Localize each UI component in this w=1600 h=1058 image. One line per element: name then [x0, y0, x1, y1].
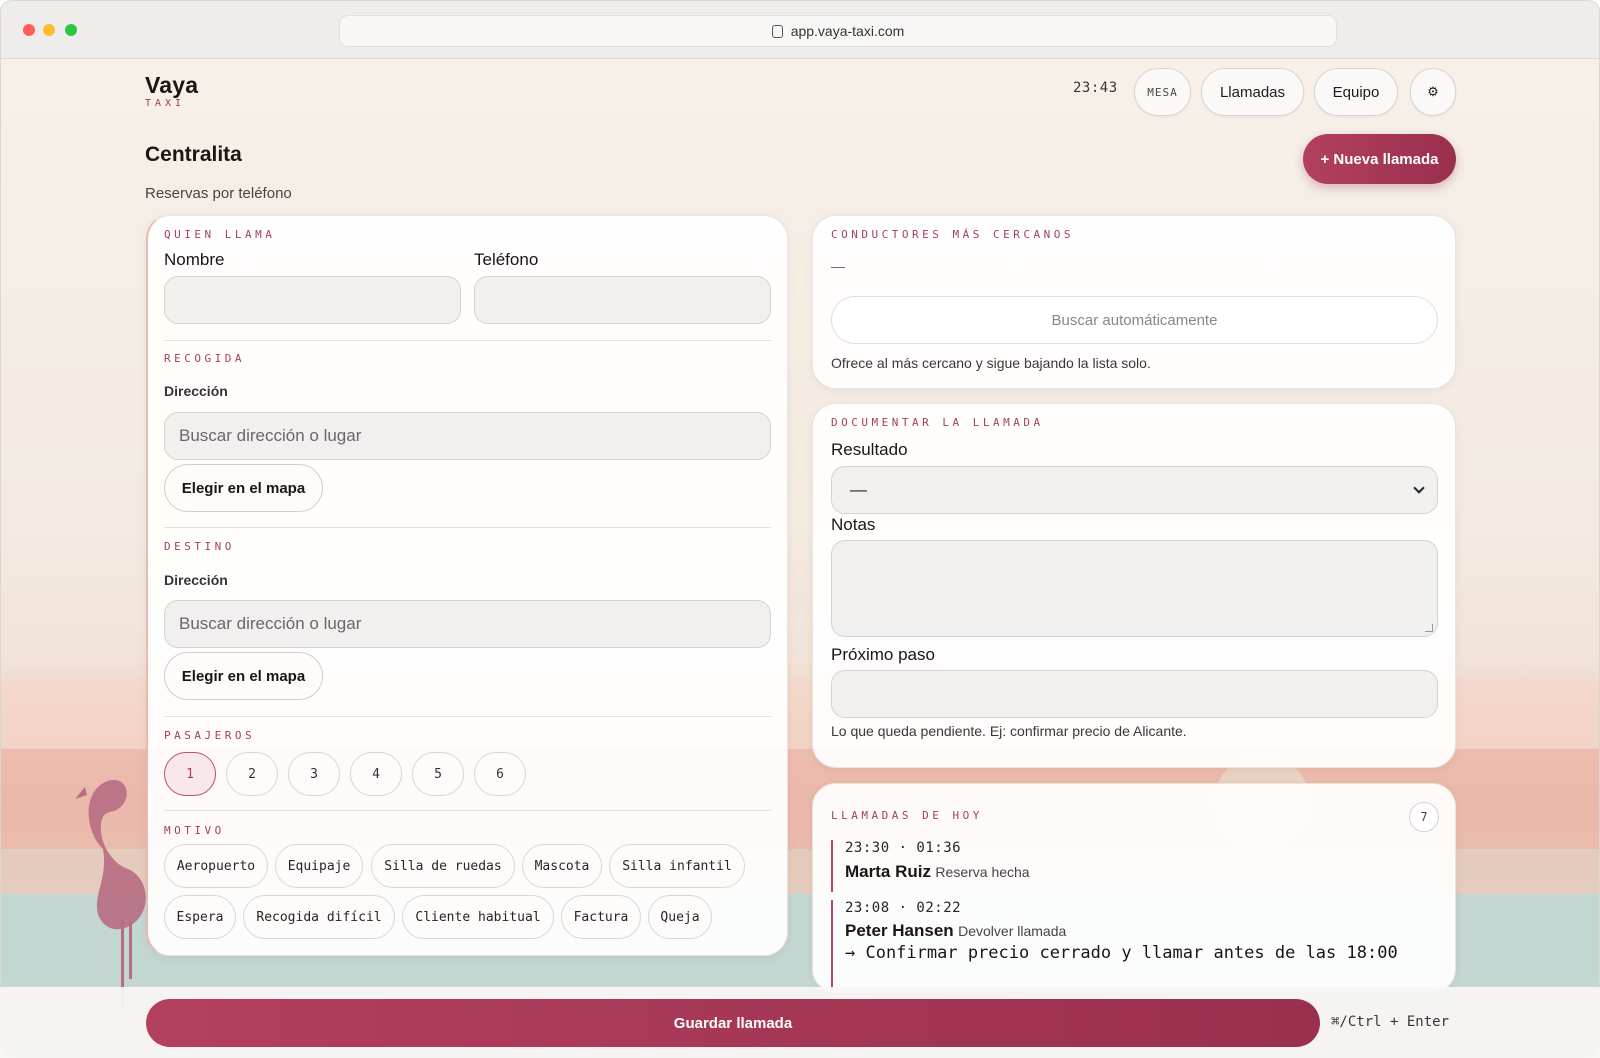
notes-label: Notas — [831, 515, 876, 534]
passengers-section-label: PASAJEROS — [164, 729, 256, 742]
call-next-step: → Confirmar precio cerrado y llamar ante… — [845, 943, 1398, 963]
pickup-address-label: Dirección — [164, 383, 228, 399]
destination-section-label: DESTINO — [164, 540, 235, 553]
reason-chip[interactable]: Equipaje — [275, 844, 363, 888]
drivers-section-label: CONDUCTORES MÁS CERCANOS — [831, 228, 1074, 241]
phone-input[interactable] — [474, 276, 771, 324]
settings-button[interactable]: ⚙ — [1410, 68, 1456, 116]
equipo-button[interactable]: Equipo — [1314, 68, 1398, 116]
pickup-map-button[interactable]: Elegir en el mapa — [164, 464, 323, 512]
reason-chip[interactable]: Factura — [561, 895, 641, 939]
browser-titlebar: app.vaya-taxi.com — [1, 1, 1599, 59]
next-step-helper: Lo que queda pendiente. Ej: confirmar pr… — [831, 723, 1187, 739]
mesa-button[interactable]: MESA — [1134, 68, 1191, 116]
next-step-label: Próximo paso — [831, 645, 935, 664]
destination-address-label: Dirección — [164, 572, 228, 588]
auto-search-button[interactable]: Buscar automáticamente — [831, 296, 1438, 344]
passengers-option-1[interactable]: 1 — [164, 752, 216, 796]
caller-name: Marta Ruiz — [845, 862, 931, 881]
reason-chip[interactable]: Aeropuerto — [164, 844, 268, 888]
resize-handle-icon[interactable] — [1425, 624, 1433, 632]
clock: 23:43 — [1073, 80, 1118, 96]
divider — [164, 527, 771, 528]
result-label: Resultado — [831, 440, 908, 459]
reason-chip[interactable]: Cliente habitual — [402, 895, 554, 939]
reason-chip[interactable]: Espera — [164, 895, 236, 939]
passengers-option-5[interactable]: 5 — [412, 752, 464, 796]
maximize-window-icon[interactable] — [65, 24, 77, 36]
passengers-option-3[interactable]: 3 — [288, 752, 340, 796]
phone-label: Teléfono — [474, 250, 539, 269]
call-status: Devolver llamada — [958, 923, 1067, 939]
reason-chip[interactable]: Silla infantil — [609, 844, 745, 888]
passengers-option-2[interactable]: 2 — [226, 752, 278, 796]
page-title: Centralita — [145, 143, 242, 166]
close-window-icon[interactable] — [23, 24, 35, 36]
divider — [164, 340, 771, 341]
url-text: app.vaya-taxi.com — [790, 23, 905, 39]
call-status: Reserva hecha — [935, 864, 1030, 880]
chevron-down-icon — [1413, 482, 1425, 494]
reason-section-label: MOTIVO — [164, 824, 225, 837]
pickup-section-label: RECOGIDA — [164, 352, 245, 365]
result-select[interactable]: — — [831, 466, 1438, 514]
name-input[interactable] — [164, 276, 461, 324]
address-bar[interactable]: app.vaya-taxi.com — [339, 15, 1337, 47]
page-subtitle: Reservas por teléfono — [145, 185, 292, 202]
drivers-empty: — — [831, 258, 845, 274]
call-list-item[interactable]: 23:08 · 02:22 Peter Hansen Devolver llam… — [831, 900, 1431, 990]
divider — [164, 716, 771, 717]
pickup-address-input[interactable]: Buscar dirección o lugar — [164, 412, 771, 460]
passengers-option-6[interactable]: 6 — [474, 752, 526, 796]
save-call-button[interactable]: Guardar llamada — [146, 999, 1320, 1047]
result-select-value: — — [850, 480, 867, 499]
reason-chip[interactable]: Mascota — [522, 844, 602, 888]
keyboard-shortcut-hint: ⌘/Ctrl + Enter — [1331, 1014, 1450, 1030]
passengers-option-4[interactable]: 4 — [350, 752, 402, 796]
lock-icon — [771, 24, 783, 38]
minimize-window-icon[interactable] — [43, 24, 55, 36]
logo[interactable]: Vaya — [145, 72, 198, 99]
caller-section-label: QUIEN LLAMA — [164, 228, 276, 241]
gear-icon: ⚙ — [1427, 84, 1439, 99]
reason-chip[interactable]: Queja — [648, 895, 712, 939]
name-label: Nombre — [164, 250, 225, 269]
reason-chip[interactable]: Recogida difícil — [243, 895, 395, 939]
call-count-badge: 7 — [1409, 802, 1439, 832]
destination-map-button[interactable]: Elegir en el mapa — [164, 652, 323, 700]
call-list-item[interactable]: 23:30 · 01:36 Marta Ruiz Reserva hecha — [831, 840, 1030, 892]
llamadas-button[interactable]: Llamadas — [1201, 68, 1304, 116]
reason-chip[interactable]: Silla de ruedas — [371, 844, 515, 888]
notes-textarea[interactable] — [831, 540, 1438, 637]
call-time: 23:08 · 02:22 — [845, 900, 962, 916]
new-call-button[interactable]: + Nueva llamada — [1303, 134, 1456, 184]
caller-name: Peter Hansen — [845, 921, 954, 940]
call-time: 23:30 · 01:36 — [845, 840, 962, 856]
destination-address-input[interactable]: Buscar dirección o lugar — [164, 600, 771, 648]
drivers-helper-text: Ofrece al más cercano y sigue bajando la… — [831, 355, 1151, 371]
today-section-label: LLAMADAS DE HOY — [831, 809, 983, 822]
logo-subtitle: TAXI — [145, 98, 186, 109]
document-section-label: DOCUMENTAR LA LLAMADA — [831, 416, 1044, 429]
divider — [164, 810, 771, 811]
next-step-input[interactable] — [831, 670, 1438, 718]
